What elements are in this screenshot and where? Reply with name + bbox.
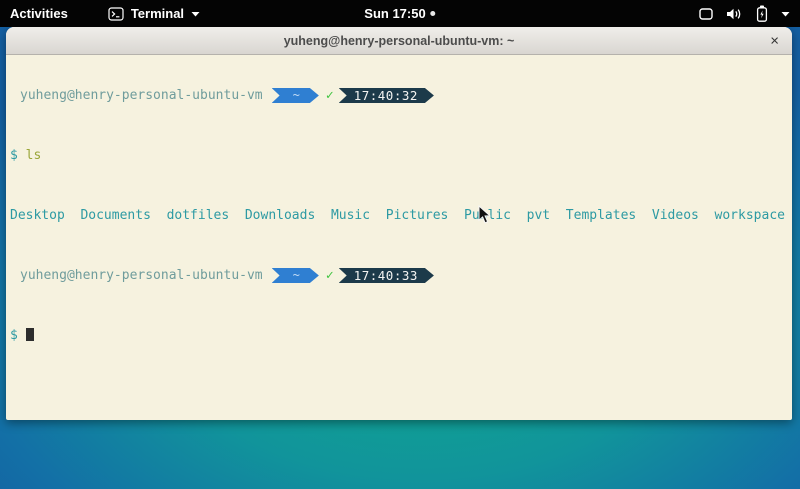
top-bar: Activities Terminal Sun 17:50	[0, 0, 800, 27]
prompt-line-1: yuheng@henry-personal-ubuntu-vm ~ ✓ 17:40:3…	[10, 88, 788, 103]
window-titlebar[interactable]: yuheng@henry-personal-ubuntu-vm: ~ ×	[6, 27, 792, 55]
prompt-symbol: $	[10, 148, 18, 163]
directory-name: dotfiles	[167, 208, 230, 223]
prompt-line-2: yuheng@henry-personal-ubuntu-vm ~ ✓ 17:40:3…	[10, 268, 788, 283]
app-menu-label: Terminal	[131, 6, 184, 21]
directory-name: Pictures	[386, 208, 449, 223]
prompt-symbol: $	[10, 328, 18, 343]
volume-icon	[726, 7, 743, 21]
prompt-user-host: yuheng@henry-personal-ubuntu-vm	[20, 88, 263, 103]
directory-name: Documents	[80, 208, 150, 223]
chevron-down-icon	[781, 11, 790, 17]
directory-name: Downloads	[245, 208, 315, 223]
clock-button[interactable]: Sun 17:50	[364, 6, 435, 21]
notification-dot	[431, 11, 436, 16]
command-line-ls: $ ls	[10, 148, 788, 163]
battery-charging-icon	[756, 5, 768, 22]
screen-icon	[699, 7, 713, 21]
status-check-icon: ✓	[326, 88, 334, 103]
system-status-menu[interactable]	[699, 0, 790, 27]
time-badge: 17:40:33	[339, 268, 434, 283]
status-check-icon: ✓	[326, 268, 334, 283]
terminal-icon	[108, 7, 124, 21]
activities-button[interactable]: Activities	[10, 6, 68, 21]
chevron-down-icon	[191, 11, 200, 17]
directory-name: Videos	[652, 208, 699, 223]
time-badge: 17:40:32	[339, 88, 434, 103]
command-text: ls	[26, 148, 42, 163]
directory-name: pvt	[527, 208, 550, 223]
terminal-cursor	[26, 328, 34, 341]
directory-name: workspace	[715, 208, 785, 223]
command-line-current: $	[10, 328, 788, 343]
directory-name: Music	[331, 208, 370, 223]
terminal-window: yuheng@henry-personal-ubuntu-vm: ~ × yuh…	[6, 27, 792, 420]
terminal-content[interactable]: yuheng@henry-personal-ubuntu-vm ~ ✓ 17:40:3…	[6, 55, 792, 376]
close-icon[interactable]: ×	[770, 33, 779, 48]
cwd-badge: ~	[272, 88, 319, 103]
window-title: yuheng@henry-personal-ubuntu-vm: ~	[284, 34, 515, 48]
app-menu-terminal[interactable]: Terminal	[108, 6, 200, 21]
directory-name: Desktop	[10, 208, 65, 223]
ls-output-line: Desktop Documents dotfiles Downloads Mus…	[10, 208, 788, 223]
prompt-user-host: yuheng@henry-personal-ubuntu-vm	[20, 268, 263, 283]
mouse-cursor	[478, 205, 492, 230]
clock-label: Sun 17:50	[364, 6, 425, 21]
cwd-badge: ~	[272, 268, 319, 283]
directory-name: Templates	[566, 208, 636, 223]
